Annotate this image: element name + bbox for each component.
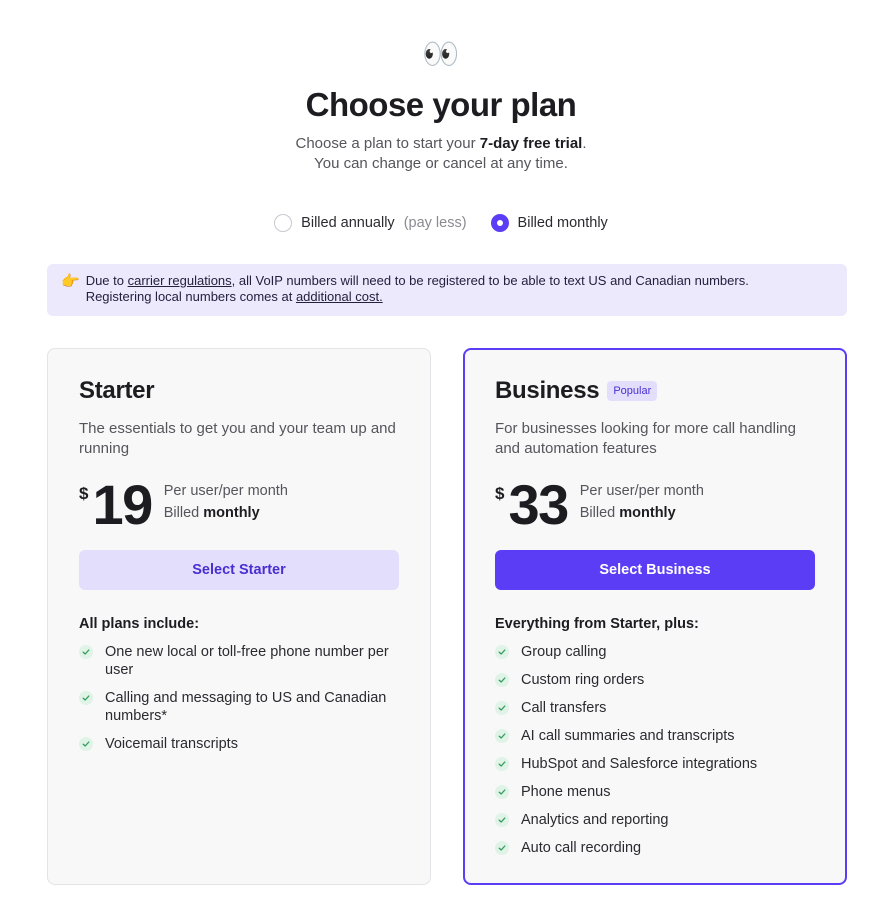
price: $ 19 Per user/per month Billed monthly	[79, 473, 399, 536]
popular-badge: Popular	[607, 381, 658, 401]
notice-text-2: , all VoIP numbers will need to be regis…	[231, 273, 749, 288]
feature-text: Calling and messaging to US and Canadian…	[105, 690, 387, 724]
page-subtitle: Choose a plan to start your 7-day free t…	[0, 134, 882, 174]
checkmark-icon	[495, 785, 509, 799]
features-heading: All plans include:	[79, 616, 200, 632]
billing-toggle: Billed annually (pay less) Billed monthl…	[0, 212, 882, 234]
select-business-button[interactable]: Select Business	[495, 550, 815, 590]
subtitle-suffix: .	[582, 135, 587, 152]
eyes-emoji-icon: 👀	[422, 37, 460, 72]
trial-length: 7-day free trial	[479, 135, 583, 152]
carrier-regulations-link[interactable]: carrier regulations	[128, 273, 232, 288]
carrier-notice: 👉 Due to carrier regulations, all VoIP n…	[47, 264, 847, 316]
plan-name: Business	[495, 377, 600, 404]
feature-text: Auto call recording	[521, 840, 642, 856]
plan-name: Starter	[79, 377, 155, 404]
price-per: Per user/per month	[579, 483, 704, 499]
checkmark-icon	[79, 645, 93, 659]
checkmark-icon	[495, 701, 509, 715]
feature-item: Call transfers	[495, 699, 815, 717]
checkmark-icon	[495, 729, 509, 743]
price-amount: 19	[92, 473, 153, 536]
price-amount: 33	[508, 473, 569, 536]
billed-prefix: Billed	[163, 505, 204, 521]
feature-item: Group calling	[495, 643, 815, 661]
features-heading: Everything from Starter, plus:	[495, 616, 699, 632]
feature-text: Phone menus	[521, 784, 611, 800]
feature-text: Analytics and reporting	[521, 812, 669, 828]
starter-plan-card: Starter The essentials to get you and yo…	[47, 348, 431, 885]
billed-monthly-option[interactable]: Billed monthly	[490, 212, 608, 234]
billed-period: monthly	[203, 505, 260, 521]
plan-description: The essentials to get you and your team …	[79, 420, 396, 457]
currency-symbol: $	[79, 484, 89, 503]
select-starter-button[interactable]: Select Starter	[79, 550, 399, 590]
checkmark-icon	[495, 841, 509, 855]
price-details: Per user/per month Billed monthly	[580, 480, 704, 524]
checkmark-icon	[495, 673, 509, 687]
feature-text: HubSpot and Salesforce integrations	[521, 756, 758, 772]
price: $ 33 Per user/per month Billed monthly	[495, 473, 815, 536]
feature-item: HubSpot and Salesforce integrations	[495, 755, 815, 773]
additional-cost-link[interactable]: additional cost.	[296, 289, 383, 304]
monthly-label: Billed monthly	[517, 215, 608, 231]
currency-symbol: $	[495, 484, 505, 503]
checkmark-icon	[79, 737, 93, 751]
page-title: Choose your plan	[305, 86, 577, 123]
feature-item: Calling and messaging to US and Canadian…	[79, 689, 399, 725]
checkmark-icon	[495, 757, 509, 771]
feature-text: Voicemail transcripts	[105, 736, 238, 752]
checkmark-icon	[495, 645, 509, 659]
pointing-hand-icon: 👉	[61, 272, 80, 290]
billed-annually-option[interactable]: Billed annually (pay less)	[274, 212, 467, 234]
feature-item: Auto call recording	[495, 839, 815, 857]
feature-text: Group calling	[521, 644, 607, 660]
subtitle-line-2: You can change or cancel at any time.	[314, 155, 568, 172]
plan-description: For businesses looking for more call han…	[495, 420, 796, 457]
notice-text-1: Due to	[85, 273, 128, 288]
feature-list: Group calling Custom ring orders Call tran…	[495, 643, 815, 857]
business-plan-card: Business Popular For businesses looking …	[463, 348, 847, 885]
feature-item: Voicemail transcripts	[79, 735, 399, 753]
notice-text: Due to carrier regulations, all VoIP num…	[86, 273, 749, 316]
billing-cycle: Billed monthly	[164, 502, 288, 524]
feature-item: AI call summaries and transcripts	[495, 727, 815, 745]
feature-text: AI call summaries and transcripts	[521, 728, 735, 744]
feature-item: Phone menus	[495, 783, 815, 801]
billed-period: monthly	[619, 505, 676, 521]
feature-item: Custom ring orders	[495, 671, 815, 689]
subtitle-prefix: Choose a plan to start your	[295, 135, 480, 152]
annual-label: Billed annually	[301, 215, 395, 231]
annual-radio[interactable]	[274, 214, 293, 232]
feature-item: One new local or toll-free phone number …	[79, 643, 399, 679]
notice-text-3: Registering local numbers comes at	[85, 289, 296, 304]
feature-item: Analytics and reporting	[495, 811, 815, 829]
billing-cycle: Billed monthly	[580, 502, 704, 524]
price-details: Per user/per month Billed monthly	[164, 480, 288, 524]
feature-list: One new local or toll-free phone number …	[79, 643, 399, 753]
billed-prefix: Billed	[579, 505, 620, 521]
checkmark-icon	[79, 691, 93, 705]
checkmark-icon	[495, 813, 509, 827]
price-per: Per user/per month	[163, 483, 288, 499]
feature-text: Custom ring orders	[521, 672, 645, 688]
feature-text: Call transfers	[521, 700, 607, 716]
annual-hint: (pay less)	[403, 215, 467, 231]
feature-text: One new local or toll-free phone number …	[105, 644, 389, 678]
monthly-radio[interactable]	[490, 214, 509, 232]
